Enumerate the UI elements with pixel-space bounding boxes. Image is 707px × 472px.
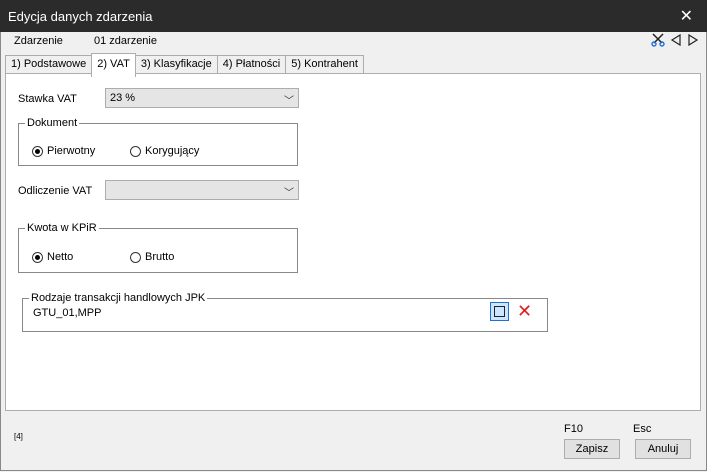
radio-pierwotny-label: Pierwotny	[47, 145, 96, 157]
vat-deduction-select[interactable]: ﹀	[105, 180, 299, 200]
record-code: [4]	[14, 432, 23, 441]
next-icon[interactable]	[687, 33, 699, 49]
radio-netto[interactable]: Netto	[32, 251, 73, 263]
tab-klasyfikacje[interactable]: 3) Klasyfikacje	[134, 55, 218, 74]
jpk-legend: Rodzaje transakcji handlowych JPK	[31, 292, 206, 304]
cancel-button[interactable]: Anuluj	[635, 439, 691, 459]
cancel-shortcut: Esc	[633, 423, 652, 435]
event-label: Zdarzenie	[14, 35, 63, 47]
kpir-group: Kwota w KPiR Netto Brutto	[18, 222, 298, 273]
radio-brutto-label: Brutto	[145, 251, 175, 263]
radio-selected-icon	[32, 251, 43, 263]
radio-korygujacy-label: Korygujący	[145, 145, 200, 157]
document-group: Dokument Pierwotny Korygujący	[18, 117, 298, 166]
vat-panel: Stawka VAT 23 % ﹀ Dokument Pierwotny Kor…	[5, 73, 701, 411]
title-bar: Edycja danych zdarzenia ✕	[0, 0, 707, 32]
save-shortcut: F10	[564, 423, 583, 435]
vat-rate-value: 23 %	[110, 92, 136, 104]
close-icon[interactable]: ✕	[680, 6, 693, 26]
radio-unselected-icon	[130, 145, 141, 157]
tab-strip: 1) Podstawowe 2) VAT 3) Klasyfikacje 4) …	[5, 53, 364, 77]
chevron-down-icon: ﹀	[284, 96, 294, 107]
document-legend: Dokument	[27, 117, 78, 129]
jpk-value: GTU_01,MPP	[33, 307, 102, 319]
radio-brutto[interactable]: Brutto	[130, 251, 174, 263]
edit-list-button[interactable]	[490, 302, 509, 321]
kpir-legend: Kwota w KPiR	[27, 222, 97, 234]
jpk-group: Rodzaje transakcji handlowych JPK GTU_01…	[22, 292, 548, 332]
window-title: Edycja danych zdarzenia	[8, 9, 153, 24]
radio-netto-label: Netto	[47, 251, 74, 263]
tab-kontrahent[interactable]: 5) Kontrahent	[285, 55, 364, 74]
tab-platnosci[interactable]: 4) Płatności	[216, 55, 287, 74]
previous-icon[interactable]	[670, 33, 682, 49]
radio-pierwotny[interactable]: Pierwotny	[32, 145, 95, 157]
chevron-down-icon: ﹀	[284, 188, 294, 199]
tab-podstawowe[interactable]: 1) Podstawowe	[5, 55, 93, 74]
save-button[interactable]: Zapisz	[564, 439, 620, 459]
delete-icon[interactable]: ✕	[515, 302, 534, 321]
nav-icons	[651, 33, 699, 50]
vat-deduction-label: Odliczenie VAT	[18, 185, 93, 197]
tab-vat[interactable]: 2) VAT	[91, 53, 136, 77]
radio-selected-icon	[32, 145, 43, 157]
scissors-icon[interactable]	[651, 33, 665, 50]
vat-rate-select[interactable]: 23 % ﹀	[105, 88, 299, 108]
radio-unselected-icon	[130, 251, 141, 263]
vat-rate-label: Stawka VAT	[18, 93, 77, 105]
event-value: 01 zdarzenie	[94, 35, 157, 47]
radio-korygujacy[interactable]: Korygujący	[130, 145, 199, 157]
